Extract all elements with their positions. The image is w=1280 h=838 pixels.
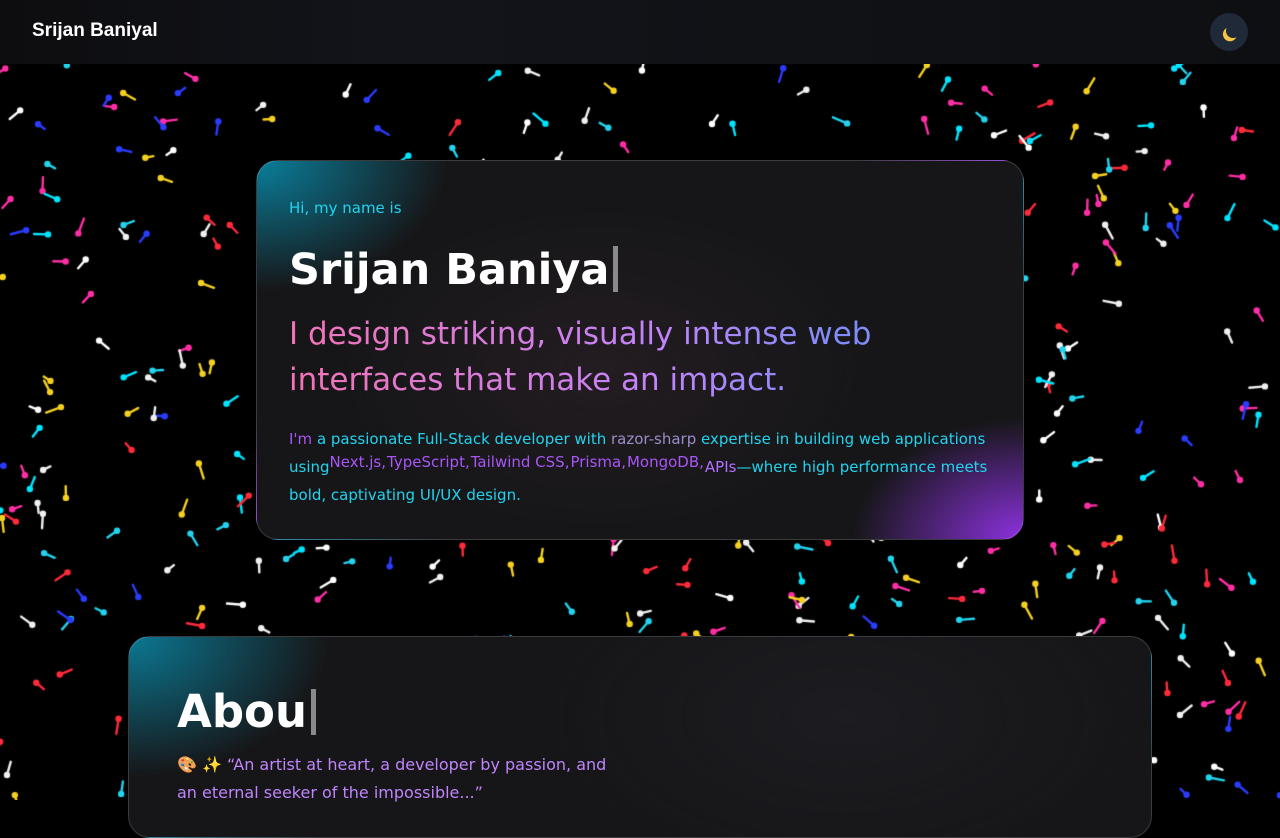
tech-prisma: Prisma, (570, 453, 626, 471)
about-quote: 🎨 ✨ “An artist at heart, a developer by … (177, 751, 617, 807)
tech-tailwind: Tailwind CSS, (470, 453, 570, 471)
tech-mongodb: MongoDB, (626, 453, 704, 471)
intro-text-1: a passionate Full-Stack developer with (312, 430, 611, 448)
hero-card: Hi, my name is Srijan Baniya I design st… (256, 160, 1024, 540)
intro-im: I'm (289, 430, 313, 448)
about-quote-text: “An artist at heart, a developer by pass… (177, 755, 607, 802)
hero-intro: I'm a passionate Full-Stack developer wi… (289, 425, 989, 509)
about-title-text: Abou (177, 685, 307, 738)
tech-apis: APIs (704, 458, 737, 476)
tech-nextjs: Next.js, (329, 453, 386, 471)
hero-greeting: Hi, my name is (289, 199, 402, 217)
hero-name-text: Srijan Baniya (289, 245, 610, 295)
tech-typescript: TypeScript, (387, 453, 470, 471)
about-title: Abou (177, 685, 316, 738)
hero-name: Srijan Baniya (289, 245, 619, 295)
about-card: Abou 🎨 ✨ “An artist at heart, a develope… (128, 636, 1152, 838)
intro-highlight: razor-sharp (611, 430, 697, 448)
typing-caret (613, 246, 619, 292)
hero-tagline: I design striking, visually intense web … (289, 311, 969, 403)
about-emojis: 🎨 ✨ (177, 755, 222, 774)
moon-icon (1224, 22, 1242, 40)
typing-caret (311, 689, 316, 735)
theme-toggle-button[interactable] (1210, 13, 1248, 51)
brand-logo-link[interactable]: Srijan Baniyal (32, 20, 158, 42)
navbar: Srijan Baniyal (0, 0, 1280, 64)
